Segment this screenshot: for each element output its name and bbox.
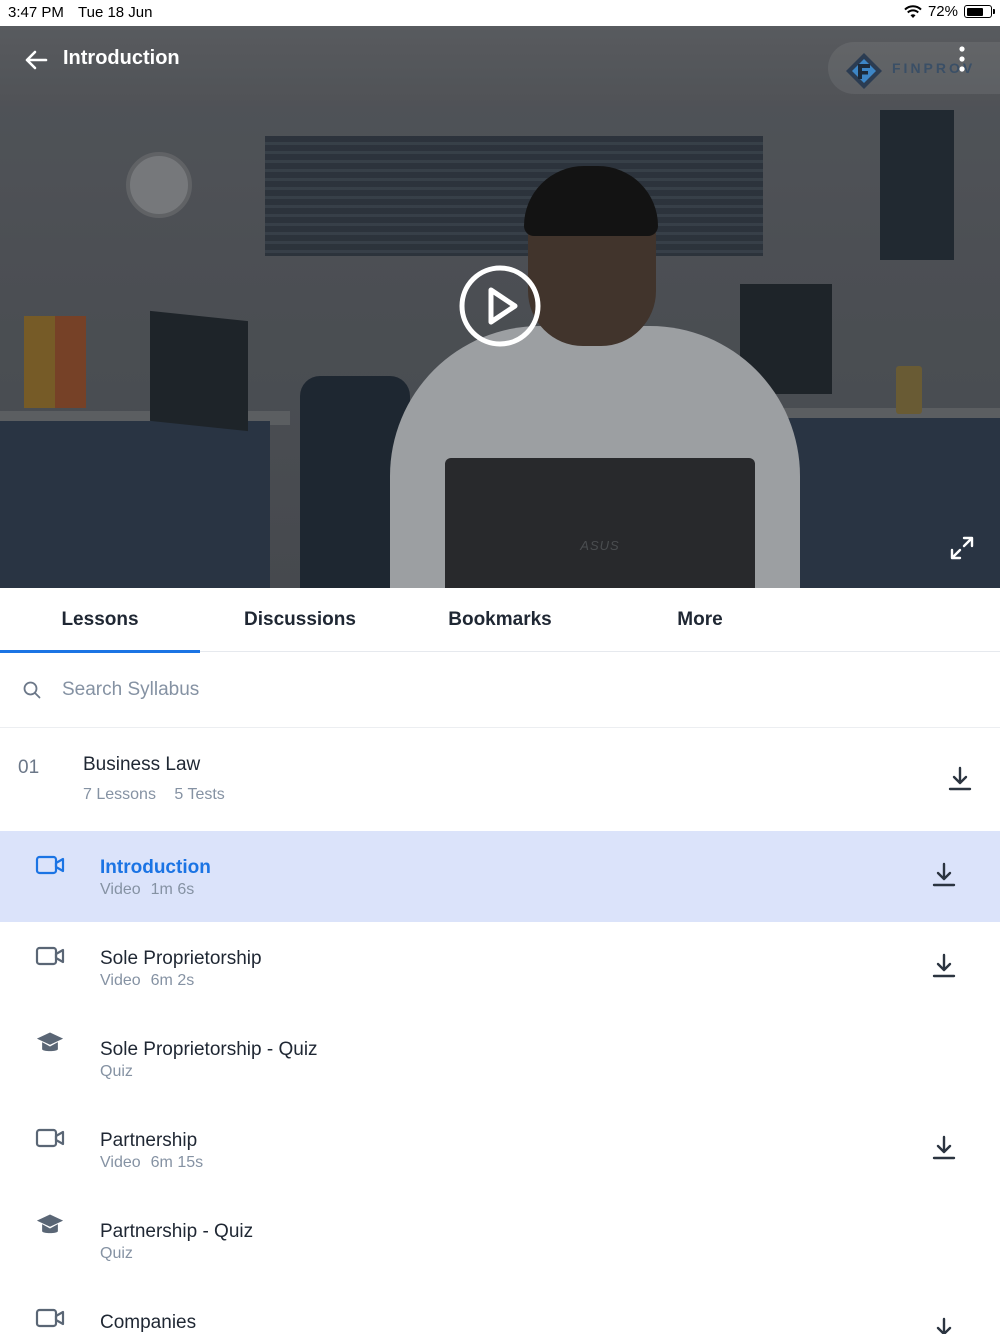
status-date: Tue 18 Jun [78, 4, 153, 21]
battery-icon [964, 5, 995, 18]
status-right: 72% [904, 3, 995, 20]
module-title: Business Law [83, 754, 201, 775]
lesson-meta: Video 1m 6s [100, 881, 204, 899]
lesson-title: Introduction [100, 857, 211, 878]
lesson-type: Video [100, 881, 141, 898]
lesson-item[interactable]: Introduction Video 1m 6s [0, 831, 1000, 922]
lesson-meta: Quiz [100, 1245, 143, 1263]
status-time: 3:47 PM [8, 4, 64, 21]
tab-lessons[interactable]: Lessons [0, 588, 200, 653]
lesson-meta: Video 6m 15s [100, 1154, 213, 1172]
lesson-title: Partnership - Quiz [100, 1221, 254, 1242]
video-icon [35, 1128, 65, 1148]
module-number: 01 [18, 757, 40, 778]
tab-bar: Lessons Discussions Bookmarks More [0, 588, 1000, 653]
download-icon[interactable] [930, 952, 958, 980]
more-vertical-icon[interactable] [950, 44, 974, 74]
download-icon[interactable] [946, 765, 974, 793]
lesson-duration: 1m 6s [150, 881, 195, 898]
battery-percent: 72% [927, 3, 958, 20]
video-player[interactable]: ASUS Introduction FINPROV [0, 26, 1000, 588]
video-title: Introduction [63, 47, 180, 69]
video-icon [35, 1308, 65, 1328]
lesson-title: Partnership [100, 1130, 198, 1151]
brand-logo: FINPROV [828, 42, 1000, 94]
module-meta: 7 Lessons 5 Tests [83, 786, 239, 804]
lesson-duration: 6m 2s [150, 972, 195, 989]
lesson-title: Sole Proprietorship - Quiz [100, 1039, 318, 1060]
download-icon[interactable] [930, 1316, 958, 1334]
lesson-type: Video [100, 1154, 141, 1171]
lesson-duration: 6m 15s [150, 1154, 204, 1171]
status-bar: 3:47 PM Tue 18 Jun 72% [0, 0, 1000, 26]
graduation-cap-icon [36, 1032, 64, 1052]
graduation-cap-icon [36, 1214, 64, 1234]
fullscreen-icon[interactable] [948, 534, 976, 562]
lesson-item[interactable]: Sole Proprietorship Video 6m 2s [0, 922, 1000, 1013]
module-lessons-count: 7 Lessons [83, 786, 156, 803]
lesson-type: Video [100, 972, 141, 989]
lesson-item[interactable]: Sole Proprietorship - Quiz Quiz [0, 1013, 1000, 1104]
search-input[interactable] [62, 672, 962, 708]
lesson-meta: Quiz [100, 1063, 143, 1081]
video-header: Introduction FINPROV [0, 26, 1000, 94]
video-icon [35, 855, 65, 875]
lesson-item[interactable]: Partnership Video 6m 15s [0, 1104, 1000, 1195]
play-icon[interactable] [458, 264, 542, 348]
search-bar [0, 652, 1000, 728]
tab-bookmarks[interactable]: Bookmarks [400, 588, 600, 652]
logo-mark-icon [846, 53, 882, 89]
lesson-title: Sole Proprietorship [100, 948, 262, 969]
lesson-meta: Video 6m 2s [100, 972, 204, 990]
module-header[interactable]: 01 Business Law 7 Lessons 5 Tests [0, 729, 1000, 831]
module-tests-count: 5 Tests [174, 786, 225, 803]
tab-more[interactable]: More [600, 588, 800, 652]
lesson-item[interactable]: Partnership - Quiz Quiz [0, 1195, 1000, 1286]
wifi-icon [904, 4, 922, 18]
download-icon[interactable] [930, 1134, 958, 1162]
search-icon [23, 681, 41, 699]
download-icon[interactable] [930, 861, 958, 889]
tab-discussions[interactable]: Discussions [200, 588, 400, 652]
lesson-title: Companies [100, 1312, 197, 1333]
lesson-item[interactable]: Companies [0, 1286, 1000, 1334]
back-arrow-icon[interactable] [22, 46, 50, 74]
video-icon [35, 946, 65, 966]
lesson-type: Quiz [100, 1063, 133, 1080]
lesson-type: Quiz [100, 1245, 133, 1262]
